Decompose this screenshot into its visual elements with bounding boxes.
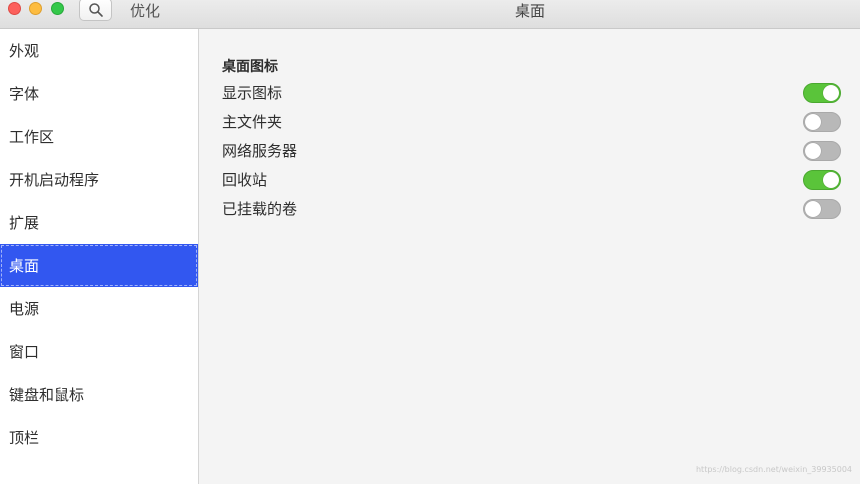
sidebar-item-appearance[interactable]: 外观 <box>0 29 198 72</box>
sidebar-item-workspaces[interactable]: 工作区 <box>0 115 198 158</box>
panel-title: 桌面 <box>514 2 545 20</box>
mounted-volumes-toggle[interactable] <box>803 198 841 219</box>
settings-panel: 桌面图标 显示图标 主文件夹 网络服务器 回收站 已挂载的卷 <box>200 29 860 484</box>
sidebar-item-windows[interactable]: 窗口 <box>0 330 198 373</box>
sidebar-item-power[interactable]: 电源 <box>0 287 198 330</box>
toggle-knob <box>823 84 839 101</box>
toggle-knob <box>805 113 821 130</box>
watermark: https://blog.csdn.net/weixin_39935004 <box>695 465 852 474</box>
title-bar: 优化 桌面 <box>0 0 860 29</box>
sidebar-item-extensions[interactable]: 扩展 <box>0 201 198 244</box>
setting-label: 网络服务器 <box>222 142 298 160</box>
sidebar-item-desktop[interactable]: 桌面 <box>0 244 198 287</box>
setting-label: 显示图标 <box>222 84 283 102</box>
network-servers-toggle[interactable] <box>803 140 841 161</box>
toggle-knob <box>805 200 821 217</box>
sidebar-item-fonts[interactable]: 字体 <box>0 72 198 115</box>
sidebar: 外观 字体 工作区 开机启动程序 扩展 桌面 电源 窗口 键盘和鼠标 顶栏 <box>0 29 199 484</box>
sidebar-item-startup-applications[interactable]: 开机启动程序 <box>0 158 198 201</box>
sidebar-item-label: 开机启动程序 <box>9 171 100 189</box>
setting-row-network-servers: 网络服务器 <box>222 136 842 165</box>
sidebar-item-label: 扩展 <box>9 214 40 232</box>
setting-label: 回收站 <box>222 171 268 189</box>
sidebar-item-keyboard-mouse[interactable]: 键盘和鼠标 <box>0 373 198 416</box>
setting-row-show-icons: 显示图标 <box>222 78 842 107</box>
sidebar-item-label: 外观 <box>9 42 40 60</box>
toggle-knob <box>805 142 821 159</box>
setting-row-home-folder: 主文件夹 <box>222 107 842 136</box>
sidebar-item-label: 工作区 <box>9 128 55 146</box>
trash-toggle[interactable] <box>803 169 841 190</box>
setting-label: 已挂载的卷 <box>222 200 298 218</box>
section-heading: 桌面图标 <box>222 59 278 75</box>
setting-row-mounted-volumes: 已挂载的卷 <box>222 194 842 223</box>
sidebar-item-label: 顶栏 <box>9 429 40 447</box>
toggle-knob <box>823 171 839 188</box>
home-folder-toggle[interactable] <box>803 111 841 132</box>
sidebar-item-label: 键盘和鼠标 <box>9 386 85 404</box>
sidebar-item-label: 窗口 <box>9 343 40 361</box>
sidebar-item-top-bar[interactable]: 顶栏 <box>0 416 198 459</box>
sidebar-item-label: 电源 <box>9 300 40 318</box>
setting-row-trash: 回收站 <box>222 165 842 194</box>
sidebar-item-label: 字体 <box>9 85 40 103</box>
setting-label: 主文件夹 <box>222 113 283 131</box>
sidebar-item-label: 桌面 <box>9 257 40 275</box>
show-icons-toggle[interactable] <box>803 82 841 103</box>
panel-title-container: 桌面 <box>0 0 860 21</box>
